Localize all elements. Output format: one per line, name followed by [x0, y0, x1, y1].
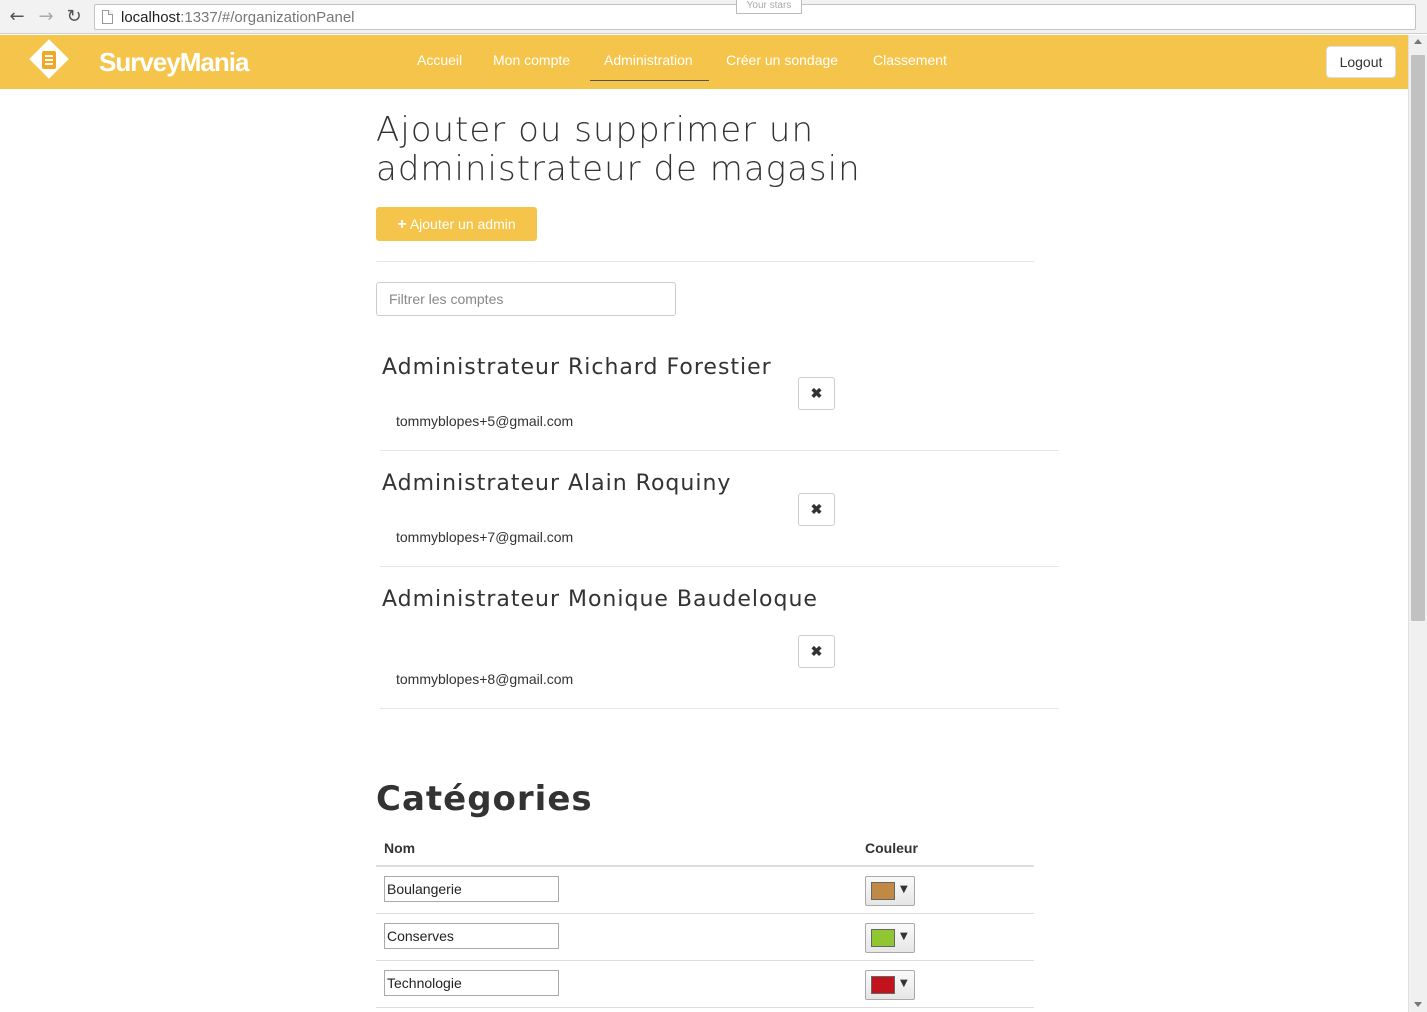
close-icon: ✖ [810, 385, 823, 401]
admin-name: Administrateur Richard Forestier [382, 355, 772, 380]
admin-row: Administrateur Alain Roquiny tommyblopes… [380, 451, 1059, 567]
delete-admin-button[interactable]: ✖ [798, 635, 835, 668]
nav-link-administration[interactable]: Administration [590, 52, 709, 81]
brand-name[interactable]: SurveyMania [99, 47, 249, 78]
close-icon: ✖ [810, 501, 823, 517]
tooltip: Your stars [736, 0, 802, 14]
nav-link-mon-compte[interactable]: Mon compte [493, 52, 570, 68]
color-picker-button[interactable]: ▼ [865, 876, 915, 906]
delete-admin-button[interactable]: ✖ [798, 377, 835, 410]
admin-email: tommyblopes+7@gmail.com [396, 529, 574, 545]
clipboard-icon [42, 51, 56, 69]
admin-name: Administrateur Monique Baudeloque [382, 587, 818, 612]
caret-down-icon: ▼ [900, 884, 908, 895]
admin-row: Administrateur Monique Baudeloque tommyb… [380, 567, 1059, 709]
table-row: ▼ [376, 961, 1034, 1008]
add-admin-button[interactable]: + Ajouter un admin [376, 207, 537, 241]
scroll-thumb[interactable] [1411, 55, 1425, 621]
caret-down-icon: ▼ [900, 978, 908, 989]
url-text: localhost:1337/#/organizationPanel [121, 9, 355, 26]
table-row: ▼ [376, 914, 1034, 961]
category-name-input[interactable] [384, 876, 559, 902]
page-icon [102, 10, 113, 24]
url-host: localhost [121, 9, 181, 26]
main-content: Ajouter ou supprimer un administrateur d… [0, 89, 1408, 1012]
page-title: Ajouter ou supprimer un administrateur d… [376, 110, 861, 189]
scroll-up-icon[interactable] [1414, 39, 1422, 44]
add-admin-label: Ajouter un admin [409, 216, 516, 232]
column-header-nom: Nom [384, 840, 416, 856]
caret-down-icon: ▼ [900, 931, 908, 942]
color-picker-button[interactable]: ▼ [865, 970, 915, 1000]
scroll-down-icon[interactable] [1414, 1002, 1422, 1007]
admin-name: Administrateur Alain Roquiny [382, 471, 732, 496]
url-path: :1337/#/organizationPanel [180, 9, 355, 26]
admin-email: tommyblopes+5@gmail.com [396, 413, 574, 429]
plus-icon: + [397, 216, 407, 233]
delete-admin-button[interactable]: ✖ [798, 493, 835, 526]
nav-link-creer-sondage[interactable]: Créer un sondage [726, 52, 838, 68]
reload-icon[interactable]: ↻ [64, 7, 84, 27]
admin-row: Administrateur Richard Forestier tommybl… [380, 343, 1059, 451]
color-swatch [871, 976, 895, 994]
back-arrow-icon[interactable]: ← [7, 7, 27, 27]
filter-accounts-input[interactable] [376, 282, 676, 316]
top-navbar: SurveyMania Accueil Mon compte Administr… [0, 35, 1408, 89]
color-picker-button[interactable]: ▼ [865, 923, 915, 953]
nav-link-classement[interactable]: Classement [873, 52, 947, 68]
column-header-couleur: Couleur [865, 840, 918, 856]
nav-link-accueil[interactable]: Accueil [417, 52, 462, 68]
category-name-input[interactable] [384, 970, 559, 996]
table-row: ▼ [376, 867, 1034, 914]
admin-email: tommyblopes+8@gmail.com [396, 671, 574, 687]
logout-button[interactable]: Logout [1326, 46, 1396, 78]
browser-toolbar: ← → ↻ localhost:1337/#/organizationPanel… [0, 0, 1427, 34]
forward-arrow-icon[interactable]: → [36, 7, 56, 27]
divider [376, 261, 1034, 262]
close-icon: ✖ [810, 643, 823, 659]
category-name-input[interactable] [384, 923, 559, 949]
categories-title: Catégories [376, 779, 593, 819]
color-swatch [871, 882, 895, 900]
color-swatch [871, 929, 895, 947]
scrollbar[interactable] [1408, 35, 1427, 1012]
